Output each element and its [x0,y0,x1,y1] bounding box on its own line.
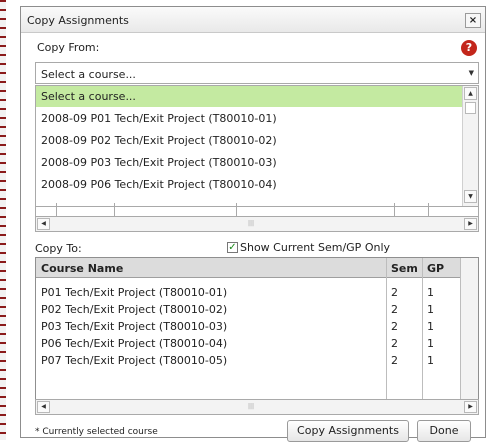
selected-course-footnote: * Currently selected course [35,427,158,437]
dropdown-option[interactable]: Select a course... [36,86,462,107]
dialog-titlebar: Copy Assignments × [21,7,485,33]
chevron-down-icon: ▼ [468,69,474,77]
scroll-down-icon[interactable]: ▼ [464,190,477,203]
scroll-right-icon[interactable]: ▶ [464,218,477,230]
scroll-up-icon[interactable]: ▲ [464,87,477,100]
copy-assignments-dialog: Copy Assignments × Copy From: ? Select a… [20,6,486,442]
table-row[interactable]: P03 Tech/Exit Project (T80010-03) 2 1 [36,318,460,335]
scroll-left-icon[interactable]: ◀ [37,218,50,230]
table-row[interactable]: P06 Tech/Exit Project (T80010-04) 2 1 [36,335,460,352]
dropdown-option[interactable]: 2008-09 P02 Tech/Exit Project (T80010-02… [36,130,462,151]
sem-cell: 2 [391,303,398,316]
course-name-cell: P06 Tech/Exit Project (T80010-04) [41,337,228,350]
course-name-cell: P03 Tech/Exit Project (T80010-03) [41,320,228,333]
dialog-title: Copy Assignments [27,14,129,27]
dropdown-option[interactable]: 2008-09 P06 Tech/Exit Project (T80010-04… [36,174,462,195]
dropdown-horizontal-scrollbar[interactable]: ◀ ||| ▶ [35,216,479,232]
show-current-checkbox[interactable]: ✓ [227,242,238,253]
grid-line [56,203,57,217]
grid-line [428,203,429,217]
sem-cell: 2 [391,337,398,350]
scrollbar-grip-icon: ||| [248,220,255,227]
show-current-label: Show Current Sem/GP Only [240,241,391,254]
scrollbar-thumb[interactable] [465,102,476,114]
table-row[interactable]: P02 Tech/Exit Project (T80010-02) 2 1 [36,301,460,318]
gp-cell: 1 [427,303,434,316]
copy-assignments-button[interactable]: Copy Assignments [287,420,409,442]
background-page-edge [0,0,6,440]
table-row[interactable]: P07 Tech/Exit Project (T80010-05) 2 1 [36,352,460,369]
copy-from-select[interactable]: Select a course... ▼ [35,62,479,84]
scroll-right-icon[interactable]: ▶ [464,401,477,413]
sem-cell: 2 [391,286,398,299]
copy-from-label: Copy From: [37,41,100,54]
gp-cell: 1 [427,286,434,299]
gp-cell: 1 [427,337,434,350]
checkmark-icon: ✓ [228,242,237,253]
table-row[interactable]: P01 Tech/Exit Project (T80010-01) 2 1 [36,284,460,301]
dropdown-option[interactable]: 2008-09 P03 Tech/Exit Project (T80010-03… [36,152,462,173]
gp-cell: 1 [427,354,434,367]
dropdown-option[interactable]: 2008-09 P01 Tech/Exit Project (T80010-01… [36,108,462,129]
course-name-cell: P07 Tech/Exit Project (T80010-05) [41,354,228,367]
table-header: Course Name Sem GP [36,258,478,278]
course-name-cell: P01 Tech/Exit Project (T80010-01) [41,286,228,299]
copy-from-selected-value: Select a course... [41,68,136,81]
dropdown-grid-lines [35,203,479,217]
done-button[interactable]: Done [417,420,471,442]
dropdown-scrollbar[interactable]: ▲ ▼ [462,86,478,206]
column-header-course-name[interactable]: Course Name [41,262,123,275]
gp-cell: 1 [427,320,434,333]
column-header-gp[interactable]: GP [427,262,444,275]
table-horizontal-scrollbar[interactable]: ◀ ||| ▶ [35,399,479,415]
sem-cell: 2 [391,354,398,367]
copy-to-label: Copy To: [35,242,82,255]
close-icon: × [468,15,478,26]
grid-line [114,203,115,217]
course-name-cell: P02 Tech/Exit Project (T80010-02) [41,303,228,316]
copy-to-table: Course Name Sem GP P01 Tech/Exit Project… [35,257,479,405]
table-vertical-scrollbar[interactable] [460,258,478,404]
column-header-sem[interactable]: Sem [391,262,418,275]
sem-cell: 2 [391,320,398,333]
scroll-left-icon[interactable]: ◀ [37,401,50,413]
grid-line [236,203,237,217]
help-icon[interactable]: ? [461,40,477,56]
close-button[interactable]: × [465,13,481,28]
scrollbar-grip-icon: ||| [248,403,255,410]
copy-from-dropdown-list: Select a course... 2008-09 P01 Tech/Exit… [35,85,479,207]
grid-line [394,203,395,217]
